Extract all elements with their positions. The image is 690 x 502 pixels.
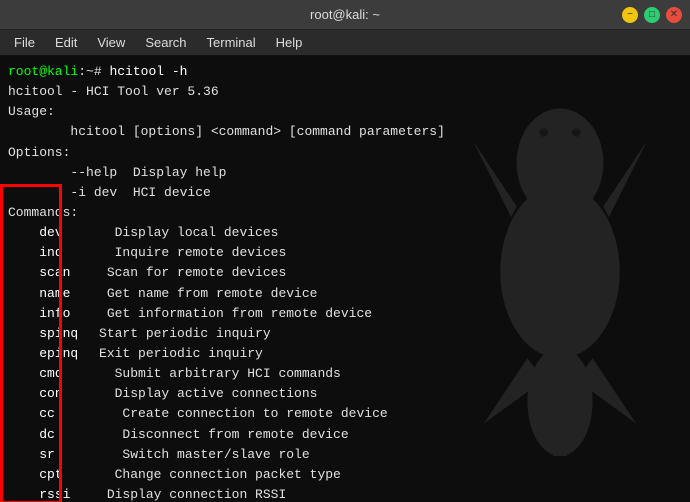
option-dev: -i dev HCI device bbox=[8, 183, 682, 203]
options-label: Options: bbox=[8, 143, 682, 163]
command-text: hcitool -h bbox=[109, 64, 187, 79]
option-help: --help Display help bbox=[8, 163, 682, 183]
cmd-epinq: epinq Exit periodic inquiry bbox=[8, 344, 682, 364]
terminal-output: root@kali:~# hcitool -h hcitool - HCI To… bbox=[8, 62, 682, 502]
window-title: root@kali: ~ bbox=[68, 7, 622, 22]
cmd-dev: dev Display local devices bbox=[8, 223, 682, 243]
minimize-button[interactable]: − bbox=[622, 7, 638, 23]
prompt-user: root@kali bbox=[8, 64, 78, 79]
cmd-info: info Get information from remote device bbox=[8, 304, 682, 324]
cmd-name: name Get name from remote device bbox=[8, 284, 682, 304]
commands-label: Commands: bbox=[8, 203, 682, 223]
cmd-spinq: spinq Start periodic inquiry bbox=[8, 324, 682, 344]
close-button[interactable]: ✕ bbox=[666, 7, 682, 23]
prompt-line: root@kali:~# hcitool -h bbox=[8, 62, 682, 82]
cmd-cpt: cpt Change connection packet type bbox=[8, 465, 682, 485]
terminal-area[interactable]: root@kali:~# hcitool -h hcitool - HCI To… bbox=[0, 56, 690, 502]
menu-edit[interactable]: Edit bbox=[45, 33, 87, 52]
menu-help[interactable]: Help bbox=[266, 33, 313, 52]
menu-file[interactable]: File bbox=[4, 33, 45, 52]
title-bar: root@kali: ~ − □ ✕ bbox=[0, 0, 690, 30]
menu-view[interactable]: View bbox=[87, 33, 135, 52]
cmd-rssi: rssi Display connection RSSI bbox=[8, 485, 682, 502]
cmd-sr: sr Switch master/slave role bbox=[8, 445, 682, 465]
cmd-cmd: cmd Submit arbitrary HCI commands bbox=[8, 364, 682, 384]
cmd-inq: inq Inquire remote devices bbox=[8, 243, 682, 263]
tool-version: hcitool - HCI Tool ver 5.36 bbox=[8, 82, 682, 102]
usage-syntax: hcitool [options] <command> [command par… bbox=[8, 122, 682, 142]
window-controls: − □ ✕ bbox=[622, 7, 682, 23]
cmd-dc: dc Disconnect from remote device bbox=[8, 425, 682, 445]
menu-search[interactable]: Search bbox=[135, 33, 196, 52]
cmd-cc: cc Create connection to remote device bbox=[8, 404, 682, 424]
menu-terminal[interactable]: Terminal bbox=[197, 33, 266, 52]
usage-label: Usage: bbox=[8, 102, 682, 122]
menu-bar: File Edit View Search Terminal Help bbox=[0, 30, 690, 56]
cmd-scan: scan Scan for remote devices bbox=[8, 263, 682, 283]
maximize-button[interactable]: □ bbox=[644, 7, 660, 23]
cmd-con: con Display active connections bbox=[8, 384, 682, 404]
